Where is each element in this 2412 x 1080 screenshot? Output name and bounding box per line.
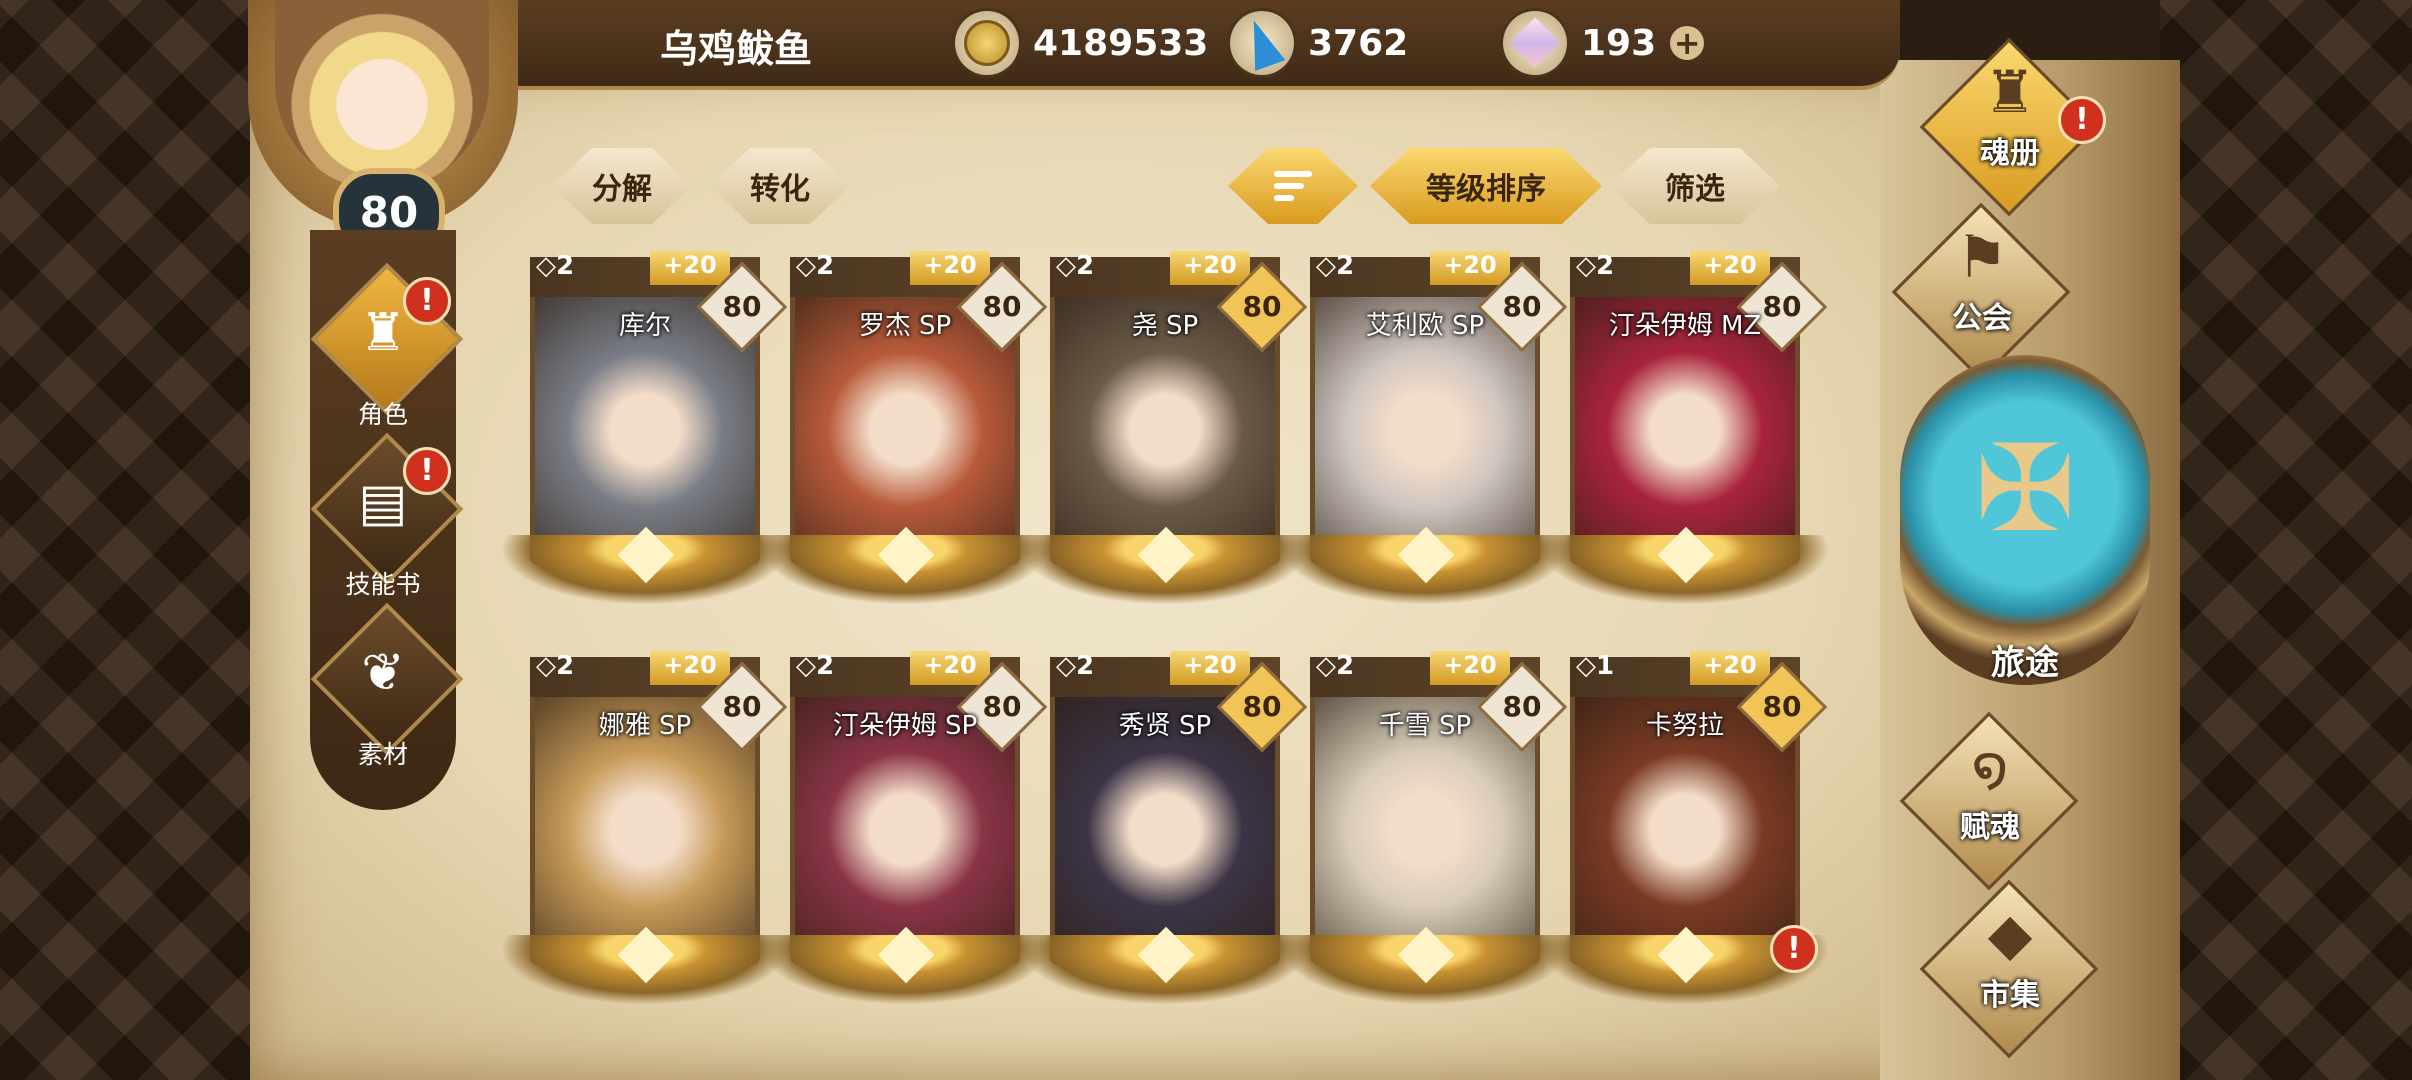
character-card[interactable]: ◇2 +20 80 尧 SP	[1020, 251, 1310, 605]
pink-gem-icon	[1503, 11, 1567, 75]
card-star: ◇2	[796, 251, 835, 281]
character-card[interactable]: ◇2 +20 80 秀贤 SP	[1020, 651, 1310, 1005]
journey-emblem-icon: ✠	[1975, 420, 2076, 559]
gold-coin-icon	[955, 11, 1019, 75]
gem-currency[interactable]: 193 +	[1503, 10, 1705, 76]
character-card[interactable]: ◇2 +20 80 罗杰 SP	[760, 251, 1050, 605]
journey-button[interactable]: ✠ 旅途	[1900, 355, 2150, 685]
character-card[interactable]: ◇2 +20 80 千雪 SP	[1280, 651, 1570, 1005]
alert-icon: !	[1770, 925, 1818, 973]
card-star: ◇2	[796, 651, 835, 681]
card-star: ◇2	[1056, 251, 1095, 281]
card-star: ◇2	[1316, 251, 1355, 281]
alert-icon: !	[403, 447, 451, 495]
background-right	[2160, 0, 2412, 1080]
crystal-value: 3762	[1308, 22, 1409, 64]
soul-book-icon: ♜	[1984, 58, 2036, 126]
crystal-currency[interactable]: 3762	[1230, 10, 1408, 76]
blue-crystal-icon	[1230, 11, 1294, 75]
player-name: 乌鸡鲅鱼	[660, 27, 813, 71]
card-name: 娜雅 SP	[598, 711, 692, 741]
card-name: 汀朵伊姆 MZ	[1608, 311, 1762, 341]
gold-value: 4189533	[1033, 22, 1209, 64]
soul-swirl-icon: ໑	[1971, 732, 2009, 800]
guild-flag-icon: ⚑	[1956, 223, 2008, 291]
card-star: ◇2	[1316, 651, 1355, 681]
alert-icon: !	[2058, 96, 2106, 144]
character-card[interactable]: ◇2 +20 80 汀朵伊姆 SP	[760, 651, 1050, 1005]
menu-soul-book[interactable]: ♜ 魂册 !	[1910, 37, 2110, 217]
nav-label: 素材	[357, 740, 408, 769]
card-name: 千雪 SP	[1378, 711, 1472, 741]
material-icon: ❦	[361, 643, 405, 703]
gem-value: 193	[1581, 22, 1657, 64]
nav-label: 技能书	[345, 570, 421, 599]
add-gem-button[interactable]: +	[1670, 26, 1705, 60]
menu-market[interactable]: ◆ 市集	[1910, 879, 2110, 1059]
gold-currency[interactable]: 4189533	[955, 10, 1208, 76]
character-card[interactable]: ◇2 +20 80 娜雅 SP	[500, 651, 790, 1005]
sort-by-level-button[interactable]: 等级排序	[1370, 148, 1602, 224]
character-card[interactable]: ◇2 +20 80 艾利欧 SP	[1280, 251, 1570, 605]
card-name: 罗杰 SP	[858, 311, 952, 341]
card-star: ◇2	[1576, 251, 1615, 281]
character-card[interactable]: ◇2 +20 80 汀朵伊姆 MZ	[1540, 251, 1830, 605]
menu-guild[interactable]: ⚑ 公会	[1882, 202, 2082, 382]
card-name: 汀朵伊姆 SP	[832, 711, 978, 741]
character-card[interactable]: ◇1 +20 80 卡努拉!	[1540, 651, 1830, 1005]
card-name: 库尔	[618, 311, 671, 341]
journey-label: 旅途	[1991, 643, 2059, 683]
card-name: 艾利欧 SP	[1365, 311, 1485, 341]
menu-label: 公会	[1952, 301, 2012, 336]
nav-item-skill-book[interactable]: ▤ 技能书 !	[310, 432, 464, 605]
card-name: 卡努拉	[1645, 711, 1724, 741]
card-star: ◇2	[536, 651, 575, 681]
card-star: ◇2	[1056, 651, 1095, 681]
card-name: 尧 SP	[1131, 311, 1199, 341]
nav-item-material[interactable]: ❦ 素材	[310, 602, 464, 775]
alert-icon: !	[403, 277, 451, 325]
nav-item-character[interactable]: ♜ 角色 !	[310, 262, 464, 435]
card-name: 秀贤 SP	[1118, 711, 1212, 741]
nav-label: 角色	[357, 400, 408, 429]
character-card[interactable]: ◇2 +20 80 库尔	[500, 251, 790, 605]
card-star: ◇2	[536, 251, 575, 281]
sort-icon	[1274, 171, 1312, 201]
market-gem-icon: ◆	[1987, 900, 2033, 968]
card-star: ◇1	[1576, 651, 1615, 681]
background-left	[0, 0, 250, 1080]
menu-label: 市集	[1980, 978, 2040, 1013]
menu-soul-infuse[interactable]: ໑ 赋魂	[1890, 711, 2090, 891]
menu-label: 赋魂	[1960, 810, 2020, 845]
